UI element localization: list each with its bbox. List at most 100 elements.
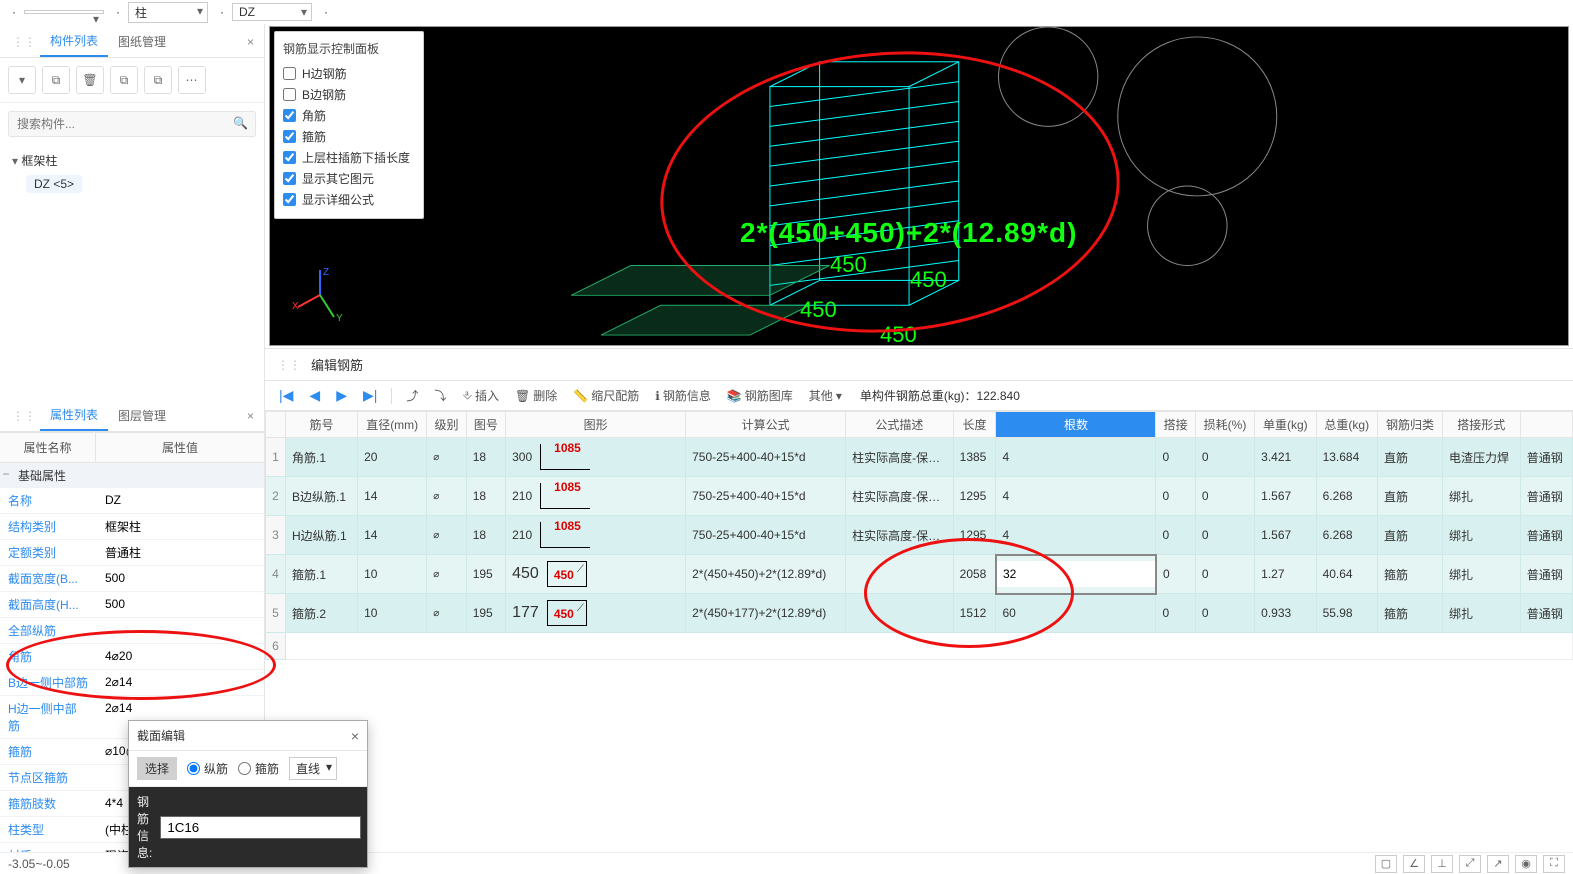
col-count[interactable]: 根数 (996, 412, 1156, 438)
cell-cat[interactable]: 箍筋 (1377, 555, 1442, 594)
cell-lvl[interactable] (427, 477, 466, 516)
btn-info[interactable]: ℹ 钢筋信息 (649, 385, 717, 406)
cell-code[interactable]: 18 (466, 477, 505, 516)
more-button[interactable]: ⋯ (178, 66, 206, 94)
cell-formula[interactable]: 2*(450+177)+2*(12.89*d) (686, 594, 846, 633)
cell-total[interactable]: 6.268 (1316, 516, 1377, 555)
cell-total[interactable]: 40.64 (1316, 555, 1377, 594)
nav-last[interactable]: ▶| (357, 385, 383, 406)
tab-drawing-mgmt[interactable]: 图纸管理 (108, 27, 176, 56)
prop-input-bside[interactable] (100, 672, 260, 692)
cell-name[interactable]: 角筋.1 (286, 438, 358, 477)
drag-handle-icon[interactable]: ⋮⋮ (8, 31, 40, 53)
cell-dia[interactable]: 14 (358, 516, 427, 555)
cell-dia[interactable]: 10 (358, 594, 427, 633)
btn-scale[interactable]: 📏 缩尺配筋 (567, 385, 645, 406)
cell-loss[interactable]: 0 (1195, 516, 1254, 555)
search-input[interactable] (8, 111, 256, 137)
cell-mat[interactable]: 普通钢 (1520, 555, 1572, 594)
cell-desc[interactable]: 柱实际高度-保… (846, 438, 954, 477)
cell-name[interactable]: 箍筋.2 (286, 594, 358, 633)
prop-input-secw[interactable] (100, 568, 260, 588)
cell-unit[interactable]: 1.567 (1255, 477, 1316, 516)
prop-input-corner[interactable] (100, 646, 260, 666)
prop-input-sech[interactable] (100, 594, 260, 614)
viewport-3d[interactable]: 钢筋显示控制面板 H边钢筋 B边钢筋 角筋 箍筋 上层柱插筋下插长度 显示其它图… (269, 26, 1569, 346)
cell-mat[interactable]: 普通钢 (1520, 594, 1572, 633)
cell-laptype[interactable]: 绑扎 (1442, 594, 1520, 633)
cell-total[interactable]: 55.98 (1316, 594, 1377, 633)
cell-cat[interactable]: 箍筋 (1377, 594, 1442, 633)
status-tool-5[interactable]: ↗ (1487, 855, 1509, 873)
prop-input-allbar[interactable] (100, 620, 260, 640)
cell-len[interactable]: 2058 (953, 555, 996, 594)
property-group-basic[interactable]: 基础属性 (0, 463, 264, 488)
nav-prev[interactable]: ◀ (303, 385, 326, 406)
cell-unit[interactable]: 1.567 (1255, 516, 1316, 555)
cell-cat[interactable]: 直筋 (1377, 477, 1442, 516)
cell-code[interactable]: 195 (466, 555, 505, 594)
popup-select-mode[interactable]: 选择 (137, 757, 177, 780)
col-desc[interactable]: 公式描述 (846, 412, 954, 438)
cell-lvl[interactable] (427, 516, 466, 555)
status-tool-4[interactable]: ⤢ (1459, 855, 1481, 873)
btn-delete[interactable]: 🗑 删除 (509, 385, 563, 406)
col-formula[interactable]: 计算公式 (686, 412, 846, 438)
cell-loss[interactable]: 0 (1195, 477, 1254, 516)
cell-count[interactable]: 60 (996, 594, 1156, 633)
cell-unit[interactable]: 1.27 (1255, 555, 1316, 594)
tree-node-root[interactable]: 框架柱 (12, 149, 252, 172)
cell-laptype[interactable]: 绑扎 (1442, 477, 1520, 516)
col-shape[interactable]: 图形 (506, 412, 686, 438)
prop-input-struct[interactable] (100, 516, 260, 536)
copy-button[interactable]: ⧉ (42, 66, 70, 94)
prop-input-hside[interactable] (100, 698, 260, 718)
col-cat[interactable]: 钢筋归类 (1377, 412, 1442, 438)
col-unit[interactable]: 单重(kg) (1255, 412, 1316, 438)
tree-item-dz[interactable]: DZ <5> (26, 175, 82, 193)
cell-lvl[interactable] (427, 555, 466, 594)
col-loss[interactable]: 损耗(%) (1195, 412, 1254, 438)
cell-dia[interactable]: 10 (358, 555, 427, 594)
cell-desc[interactable]: 柱实际高度-保… (846, 477, 954, 516)
cell-formula[interactable]: 750-25+400-40+15*d (686, 438, 846, 477)
status-tool-6[interactable]: ◉ (1515, 855, 1537, 873)
col-dia[interactable]: 直径(mm) (358, 412, 427, 438)
cell-name[interactable]: H边纵筋.1 (286, 516, 358, 555)
status-tool-clear[interactable]: ⛶ (1543, 855, 1565, 873)
cell-cat[interactable]: 直筋 (1377, 516, 1442, 555)
cell-mat[interactable]: 普通钢 (1520, 438, 1572, 477)
popup-close[interactable]: × (351, 728, 359, 744)
cell-loss[interactable]: 0 (1195, 555, 1254, 594)
cell-shape[interactable]: 450⟋450 (506, 555, 686, 594)
paste-button[interactable]: ⧉ (110, 66, 138, 94)
prop-input-quota[interactable] (100, 542, 260, 562)
status-tool-1[interactable]: ▢ (1375, 855, 1397, 873)
cell-lap[interactable]: 0 (1156, 477, 1195, 516)
cell-code[interactable]: 18 (466, 516, 505, 555)
cell-formula[interactable]: 2*(450+450)+2*(12.89*d) (686, 555, 846, 594)
rebar-grid[interactable]: 筋号 直径(mm) 级别 图号 图形 计算公式 公式描述 长度 根数 搭接 损耗… (265, 411, 1573, 874)
cell-formula[interactable]: 750-25+400-40+15*d (686, 516, 846, 555)
cell-formula[interactable]: 750-25+400-40+15*d (686, 477, 846, 516)
top-select-2[interactable]: 柱 (128, 2, 208, 23)
cell-shape[interactable]: 177⟋450 (506, 594, 686, 633)
delete-button[interactable]: 🗑 (76, 66, 104, 94)
cell-desc[interactable] (846, 594, 954, 633)
btn-lib[interactable]: 📚 钢筋图库 (721, 385, 799, 406)
prop-input-name[interactable] (100, 490, 260, 510)
cell-name[interactable]: 箍筋.1 (286, 555, 358, 594)
cell-code[interactable]: 18 (466, 438, 505, 477)
cell-laptype[interactable]: 电渣压力焊 (1442, 438, 1520, 477)
cell-count[interactable]: 4 (996, 438, 1156, 477)
cell-loss[interactable]: 0 (1195, 594, 1254, 633)
status-tool-2[interactable]: ∠ (1403, 855, 1425, 873)
col-laptype[interactable]: 搭接形式 (1442, 412, 1520, 438)
col-lvl[interactable]: 级别 (427, 412, 466, 438)
tab-layer-mgmt[interactable]: 图层管理 (108, 401, 176, 430)
cell-len[interactable]: 1512 (953, 594, 996, 633)
cell-count[interactable]: 4 (996, 477, 1156, 516)
layers-button[interactable]: ⧉ (144, 66, 172, 94)
cell-lap[interactable]: 0 (1156, 516, 1195, 555)
cell-shape[interactable]: 2101085 (506, 516, 686, 555)
